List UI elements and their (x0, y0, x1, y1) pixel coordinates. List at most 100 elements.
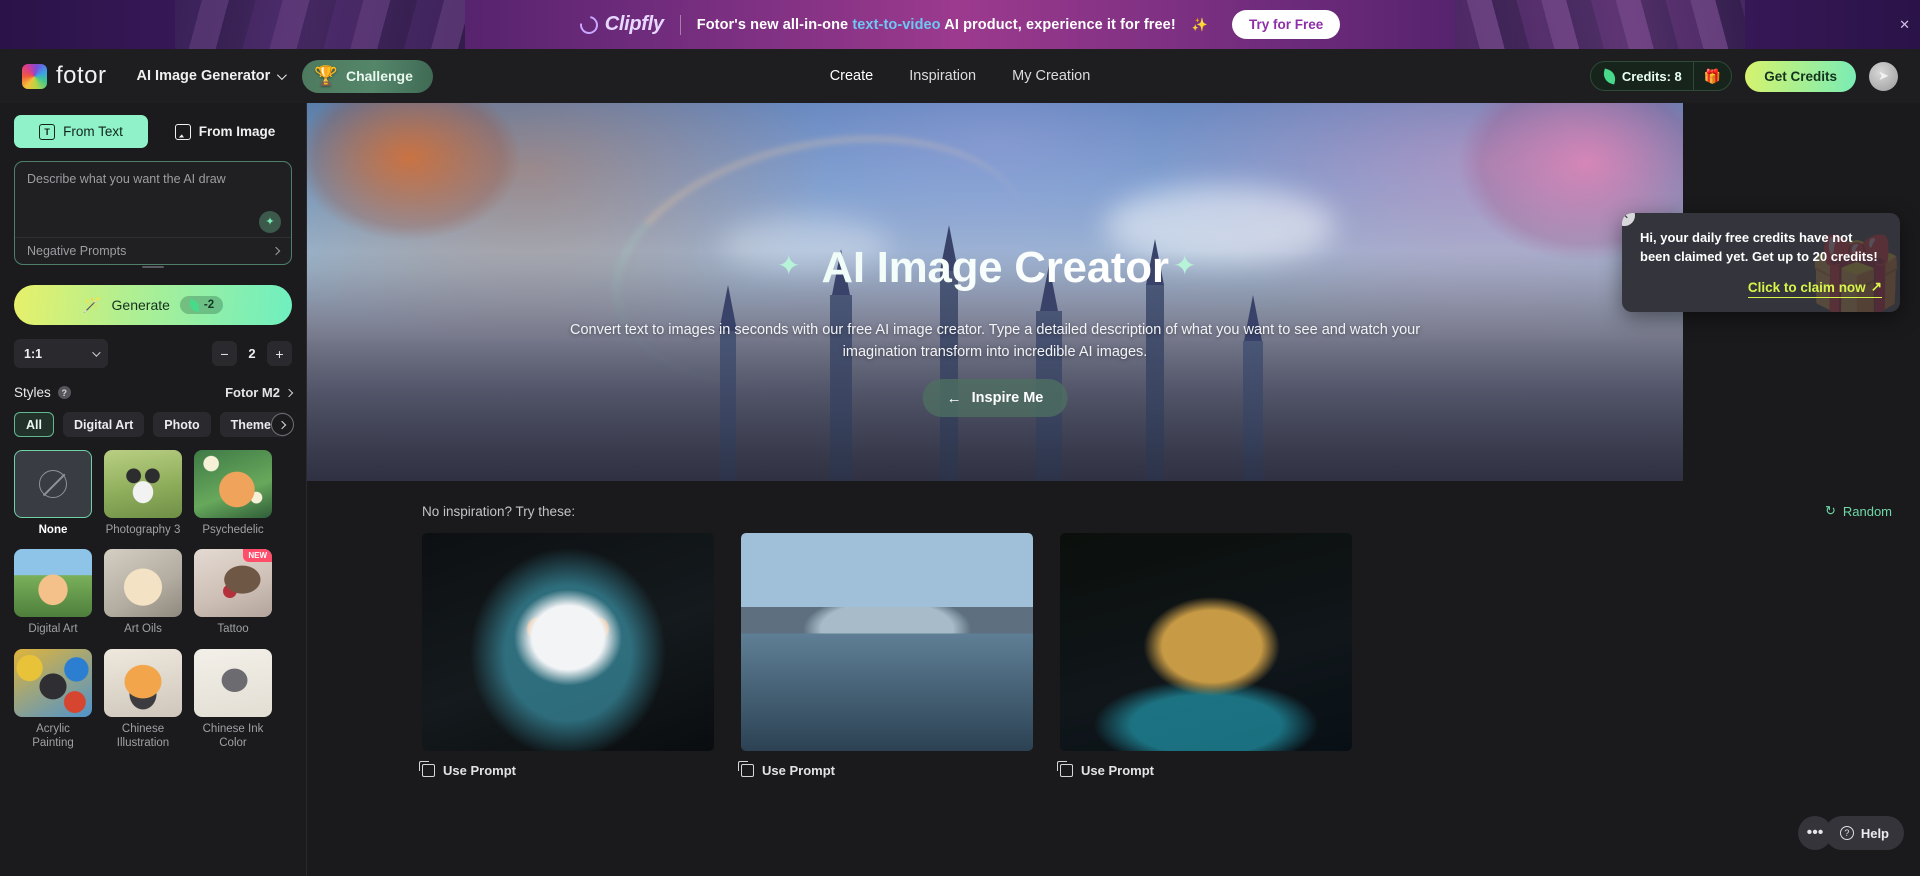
challenge-button[interactable]: 🏆 Challenge (302, 59, 433, 93)
style-item-digital-art[interactable]: Digital Art (14, 549, 92, 636)
style-item-psychedelic[interactable]: Psychedelic (194, 450, 272, 537)
try-for-free-button[interactable]: Try for Free (1231, 10, 1341, 39)
nav-link-my-creation[interactable]: My Creation (1012, 68, 1090, 84)
decrease-count-button[interactable]: − (212, 341, 237, 366)
source-tabs: T From Text From Image (14, 115, 292, 148)
inspire-me-button[interactable]: ← Inspire Me (922, 379, 1068, 417)
prompt-card-image[interactable] (741, 533, 1033, 751)
promo-decoration-left (175, 0, 465, 49)
aspect-ratio-select[interactable]: 1:1 (14, 339, 108, 368)
copy-icon (1057, 761, 1073, 777)
style-item-chinese-ink-color[interactable]: Chinese Ink Color (194, 648, 272, 751)
leaf-credit-icon (187, 298, 202, 312)
gift-icon: 🎁 (1703, 67, 1722, 84)
nav-right-actions: Credits: 8 🎁 Get Credits ➤ (1589, 60, 1898, 92)
close-icon[interactable]: ✕ (1622, 213, 1635, 226)
chips-next-button[interactable] (271, 413, 294, 436)
promo-decoration-right (1455, 0, 1745, 49)
use-prompt-button[interactable]: Use Prompt (738, 761, 1033, 778)
sparkles-icon: ✦ (265, 215, 275, 228)
fotor-logo[interactable]: fotor (22, 62, 107, 90)
get-credits-button[interactable]: Get Credits (1745, 60, 1856, 92)
nav-link-create[interactable]: Create (830, 68, 874, 84)
castle-spire (939, 271, 958, 481)
castle-spire (1146, 285, 1165, 481)
negative-prompts-row[interactable]: Negative Prompts (15, 237, 291, 264)
arrow-left-icon: ← (946, 389, 962, 407)
style-thumbnail: NEW (194, 549, 272, 618)
sparkle-icon: ✨ (1191, 16, 1208, 32)
help-circle-icon[interactable]: ? (57, 386, 71, 399)
avatar-glyph-icon: ➤ (1878, 68, 1889, 83)
new-badge: NEW (243, 549, 272, 563)
promo-banner: Clipfly Fotor's new all-in-one text-to-v… (0, 0, 1920, 49)
resize-handle[interactable] (142, 266, 164, 268)
style-filter-chips: All Digital Art Photo Themes (14, 412, 294, 437)
copy-icon (419, 761, 435, 777)
clipfly-brand-name: Clipfly (604, 13, 664, 35)
style-item-chinese-illustration[interactable]: Chinese Illustration (104, 648, 182, 751)
style-item-none[interactable]: None (14, 450, 92, 537)
chip-all[interactable]: All (14, 412, 54, 437)
negative-prompts-label: Negative Prompts (27, 244, 127, 258)
nav-link-inspiration[interactable]: Inspiration (909, 68, 976, 84)
increase-count-button[interactable]: + (267, 341, 292, 366)
styles-header: Styles ? Fotor M2 (14, 385, 294, 400)
use-prompt-button[interactable]: Use Prompt (419, 761, 714, 778)
chip-digital-art[interactable]: Digital Art (62, 412, 145, 437)
style-thumbnail (14, 648, 92, 717)
help-button[interactable]: ? Help (1824, 816, 1904, 850)
prompt-card[interactable]: Use Prompt (419, 533, 714, 778)
prompt-card[interactable]: Use Prompt (738, 533, 1033, 778)
prompt-input[interactable]: Describe what you want the AI draw (27, 172, 279, 186)
style-label: Digital Art (28, 623, 78, 636)
close-icon[interactable]: ✕ (1899, 17, 1910, 33)
hero-banner: ✦ AI Image Creator ✦ Convert text to ima… (307, 103, 1683, 481)
chevron-right-icon (284, 388, 294, 397)
style-item-acrylic-painting[interactable]: Acrylic Painting (14, 648, 92, 751)
style-thumbnail (104, 648, 182, 717)
leaf-credit-icon (1601, 68, 1618, 84)
prompt-box[interactable]: Describe what you want the AI draw ✦ Neg… (14, 161, 292, 268)
tab-from-text-label: From Text (63, 124, 123, 139)
chip-photo[interactable]: Photo (153, 412, 211, 437)
style-item-tattoo[interactable]: NEW Tattoo (194, 549, 272, 636)
top-navigation-bar: fotor AI Image Generator 🏆 Challenge Cre… (0, 49, 1920, 103)
random-button[interactable]: ↻ Random (1825, 503, 1892, 519)
tab-from-text[interactable]: T From Text (14, 115, 148, 148)
credits-gift-button[interactable]: 🎁 (1692, 62, 1731, 90)
copy-icon (738, 761, 754, 777)
generate-cost-badge: -2 (179, 296, 224, 314)
promo-message: Fotor's new all-in-one text-to-video AI … (697, 17, 1176, 33)
style-label: Art Oils (124, 623, 162, 636)
aspect-ratio-value: 1:1 (24, 346, 43, 361)
style-item-photography-3[interactable]: Photography 3 (104, 450, 182, 537)
generate-button[interactable]: 🪄 Generate -2 (14, 285, 292, 325)
model-selector[interactable]: Fotor M2 (225, 385, 294, 400)
clipfly-logo[interactable]: Clipfly (576, 11, 664, 38)
promo-text-after: AI product, experience it for free! (940, 16, 1176, 33)
prompt-card-image[interactable] (422, 533, 714, 751)
product-selector[interactable]: AI Image Generator (137, 68, 288, 84)
prompt-card[interactable]: Use Prompt (1057, 533, 1352, 778)
refresh-icon: ↻ (1824, 503, 1836, 518)
claim-credits-link[interactable]: Click to claim now ↗ (1747, 279, 1882, 299)
ratio-and-count-row: 1:1 − 2 + (14, 339, 292, 368)
use-prompt-button[interactable]: Use Prompt (1057, 761, 1352, 778)
magic-enhance-button[interactable]: ✦ (259, 211, 281, 233)
tab-from-image[interactable]: From Image (158, 115, 292, 148)
chevron-right-icon (277, 420, 286, 429)
inspiration-header: No inspiration? Try these: ↻ Random (307, 481, 1920, 519)
model-selector-label: Fotor M2 (225, 385, 280, 400)
avatar[interactable]: ➤ (1869, 61, 1898, 91)
style-thumbnail (104, 450, 182, 518)
fotor-ai-image-generator-page: Clipfly Fotor's new all-in-one text-to-v… (0, 0, 1920, 876)
fotor-logo-icon (22, 63, 47, 89)
promo-divider (679, 14, 681, 35)
credits-pill[interactable]: Credits: 8 🎁 (1589, 61, 1733, 91)
prompt-card-image[interactable] (1060, 533, 1352, 751)
chevron-down-icon (277, 69, 288, 80)
generate-label: Generate (111, 297, 170, 313)
promo-text-before: Fotor's new all-in-one (696, 16, 853, 33)
style-item-art-oils[interactable]: Art Oils (104, 549, 182, 636)
